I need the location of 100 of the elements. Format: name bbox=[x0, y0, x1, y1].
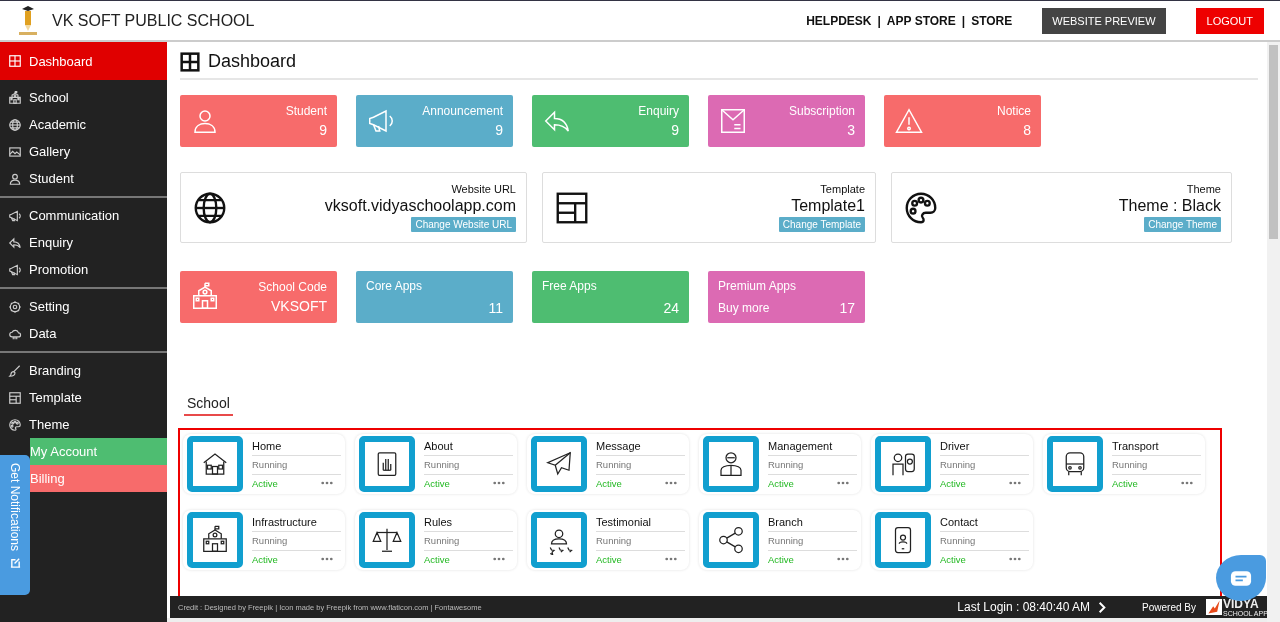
app-status: Running bbox=[252, 455, 341, 475]
app-card[interactable]: Driver Running Active bbox=[871, 434, 1033, 494]
app-state: Active bbox=[940, 477, 966, 489]
grid-icon bbox=[180, 51, 200, 72]
info-value: Template1 bbox=[791, 197, 865, 215]
powered-by: Powered By bbox=[1142, 601, 1196, 613]
stat-label: School Code bbox=[258, 280, 327, 294]
sidebar-item[interactable]: Gallery bbox=[0, 138, 167, 165]
sidebar-item[interactable]: School bbox=[0, 84, 167, 111]
app-card[interactable]: About Running Active bbox=[355, 434, 517, 494]
app-name: Contact bbox=[940, 515, 1029, 532]
app-status: Running bbox=[596, 531, 685, 551]
info-label: Theme bbox=[1186, 183, 1221, 195]
app-state: Active bbox=[424, 477, 450, 489]
app-card[interactable]: Rules Running Active bbox=[355, 510, 517, 570]
sidebar-item[interactable]: Template bbox=[0, 384, 167, 411]
section-heading: School bbox=[184, 395, 233, 416]
sidebar-item[interactable]: Communication bbox=[0, 202, 167, 229]
more-icon[interactable] bbox=[1009, 557, 1021, 561]
app-status: Running bbox=[424, 455, 513, 475]
stat-value: 24 bbox=[663, 299, 679, 316]
more-icon[interactable] bbox=[321, 481, 333, 485]
app-state: Active bbox=[940, 553, 966, 565]
app-card[interactable]: Home Running Active bbox=[183, 434, 345, 494]
app-name: Infrastructure bbox=[252, 515, 341, 532]
reply-arrow-icon bbox=[8, 235, 22, 250]
sidebar-item[interactable]: Enquiry bbox=[0, 229, 167, 256]
app-state: Active bbox=[252, 553, 278, 565]
sidebar-item[interactable]: Data bbox=[0, 320, 167, 347]
pencil-logo-icon bbox=[16, 5, 40, 36]
app-state: Active bbox=[596, 553, 622, 565]
more-icon[interactable] bbox=[1009, 481, 1021, 485]
paper-plane-icon bbox=[544, 449, 574, 479]
app-state: Active bbox=[596, 477, 622, 489]
app-name: About bbox=[424, 439, 513, 456]
chevron-right-icon[interactable] bbox=[1098, 601, 1107, 613]
app-name: Home bbox=[252, 439, 341, 456]
app-card[interactable]: Transport Running Active bbox=[1043, 434, 1205, 494]
last-login: Last Login : 08:40:40 AM bbox=[957, 600, 1091, 614]
app-status: Running bbox=[1112, 455, 1201, 475]
chat-button[interactable] bbox=[1216, 555, 1266, 601]
app-name: Message bbox=[596, 439, 685, 456]
stat-label: Student bbox=[285, 104, 327, 118]
app-state: Active bbox=[424, 553, 450, 565]
app-status: Running bbox=[940, 455, 1029, 475]
school-building-icon bbox=[190, 282, 220, 312]
info-label: Template bbox=[820, 183, 865, 195]
more-icon[interactable] bbox=[837, 557, 849, 561]
app-status: Running bbox=[768, 455, 857, 475]
header-link[interactable]: HELPDESK bbox=[806, 13, 872, 28]
stat-value: 8 bbox=[1023, 122, 1031, 138]
more-icon[interactable] bbox=[1181, 481, 1193, 485]
app-name: Branch bbox=[768, 515, 857, 532]
header-link[interactable]: APP STORE bbox=[886, 13, 956, 28]
more-icon[interactable] bbox=[321, 557, 333, 561]
school-building-icon bbox=[200, 525, 230, 555]
app-card[interactable]: Branch Running Active bbox=[699, 510, 861, 570]
app-card[interactable]: Management Running Active bbox=[699, 434, 861, 494]
app-state: Active bbox=[252, 477, 278, 489]
app-state: Active bbox=[768, 477, 794, 489]
app-name: Management bbox=[768, 439, 857, 456]
sidebar-item[interactable]: Dashboard bbox=[0, 42, 167, 80]
app-name: Transport bbox=[1112, 439, 1201, 456]
separator: | bbox=[877, 13, 881, 28]
flame-logo-icon bbox=[1206, 599, 1222, 615]
stat-label: Subscription bbox=[788, 104, 855, 118]
app-card[interactable]: Infrastructure Running Active bbox=[183, 510, 345, 570]
app-card[interactable]: Message Running Active bbox=[527, 434, 689, 494]
scrollbar[interactable] bbox=[1267, 42, 1280, 622]
stat-label: Announcement bbox=[422, 104, 503, 118]
gear-icon bbox=[8, 299, 22, 314]
app-state: Active bbox=[1112, 477, 1138, 489]
warning-icon bbox=[894, 106, 924, 136]
sidebar-item[interactable]: Setting bbox=[0, 293, 167, 320]
more-icon[interactable] bbox=[665, 481, 677, 485]
sidebar-item[interactable]: Academic bbox=[0, 111, 167, 138]
share-icon bbox=[716, 525, 746, 555]
sidebar-item[interactable]: Theme bbox=[0, 411, 167, 438]
stat-value: 9 bbox=[671, 122, 679, 138]
sidebar-item[interactable]: Branding bbox=[0, 357, 167, 384]
separator: | bbox=[961, 13, 966, 28]
header-link[interactable]: STORE bbox=[971, 13, 1013, 28]
page-title: Dashboard bbox=[208, 51, 297, 72]
sidebar-item[interactable]: Student bbox=[0, 165, 167, 192]
more-icon[interactable] bbox=[493, 557, 505, 561]
sidebar-item[interactable]: Promotion bbox=[0, 256, 167, 283]
logout-button[interactable]: LOGOUT bbox=[1195, 7, 1264, 34]
stat-value: 9 bbox=[319, 122, 327, 138]
person-icon bbox=[8, 171, 22, 186]
app-card[interactable]: Contact Running Active bbox=[871, 510, 1033, 570]
stat-label: Enquiry bbox=[638, 104, 679, 118]
app-status: Running bbox=[596, 455, 685, 475]
app-card[interactable]: Testimonial Running Active bbox=[527, 510, 689, 570]
stat-label: Premium Apps bbox=[718, 278, 798, 293]
more-icon[interactable] bbox=[837, 481, 849, 485]
more-icon[interactable] bbox=[665, 557, 677, 561]
app-name: Testimonial bbox=[596, 515, 685, 532]
website-preview-button[interactable]: WEBSITE PREVIEW bbox=[1042, 7, 1166, 34]
more-icon[interactable] bbox=[493, 481, 505, 485]
app-status: Running bbox=[768, 531, 857, 551]
